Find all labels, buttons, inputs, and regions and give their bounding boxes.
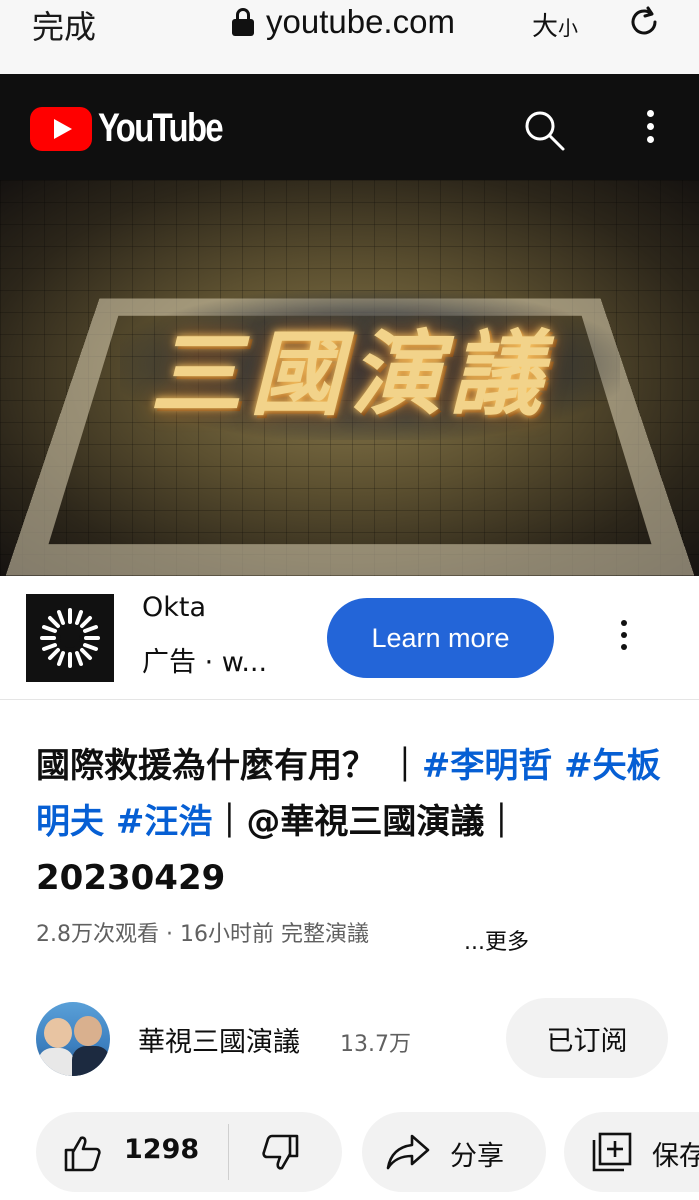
channel-name[interactable]: 華視三國演議 [138, 1020, 300, 1059]
youtube-header: YouTube [0, 74, 699, 180]
save-label: 保存 [652, 1141, 699, 1172]
channel-avatar[interactable] [36, 1002, 110, 1076]
more-vert-icon[interactable] [640, 110, 660, 150]
subscriber-count: 13.7万 [340, 1032, 411, 1057]
ad-advertiser-name[interactable]: Okta [142, 592, 206, 623]
ad-label: 广告 · w... [142, 647, 268, 678]
video-overlay-title: 三國演議 [150, 320, 551, 428]
reload-icon[interactable] [626, 4, 662, 40]
save-button[interactable]: 保存 [564, 1112, 699, 1192]
okta-logo[interactable] [26, 594, 114, 682]
video-player[interactable]: 三國演議 [0, 180, 699, 576]
url-domain: youtube.com [266, 3, 455, 40]
ad-banner: Okta 广告 · w... Learn more [0, 576, 699, 700]
text-size-button[interactable]: 大小 [532, 6, 578, 43]
title-text: 國際救援為什麼有用？ ｜ [36, 746, 422, 786]
hashtag-link[interactable]: #汪浩 [104, 802, 213, 842]
lock-icon [232, 8, 254, 36]
dislike-button[interactable] [229, 1112, 342, 1192]
more-description-link[interactable]: ...更多 [464, 924, 529, 956]
text-size-small-label: 小 [558, 16, 579, 40]
thumbs-up-icon [64, 1136, 101, 1172]
share-button[interactable]: 分享 [362, 1112, 546, 1192]
hashtag-link[interactable]: #李明哲 [422, 746, 553, 786]
thumbs-down-icon [262, 1134, 299, 1170]
youtube-logo[interactable]: YouTube [30, 106, 249, 151]
more-vert-icon[interactable] [616, 620, 632, 660]
video-title[interactable]: 國際救援為什麼有用？ ｜#李明哲 #矢板明夫 #汪浩｜@華視三國演議｜20230… [36, 738, 672, 906]
action-bar: 1298 分享 保存 [0, 1112, 699, 1192]
share-label: 分享 [450, 1141, 504, 1172]
like-count: 1298 [124, 1134, 200, 1165]
like-dislike-pill: 1298 [36, 1112, 342, 1192]
add-to-playlist-icon [592, 1132, 632, 1172]
search-icon[interactable] [522, 108, 566, 152]
share-arrow-icon [386, 1134, 430, 1170]
browser-toolbar: 完成 youtube.com 大小 [0, 0, 699, 74]
youtube-wordmark: YouTube [98, 106, 224, 150]
video-metadata[interactable]: 2.8万次观看 · 16小时前 完整演議 [36, 916, 369, 948]
text-size-large-label: 大 [532, 12, 559, 42]
subscribed-button[interactable]: 已订阅 [506, 998, 668, 1078]
address-bar[interactable]: youtube.com [232, 2, 455, 42]
okta-sunburst-icon [40, 608, 100, 668]
like-button[interactable]: 1298 [36, 1112, 228, 1192]
learn-more-button[interactable]: Learn more [327, 598, 554, 678]
done-button[interactable]: 完成 [32, 2, 96, 48]
youtube-play-icon [30, 106, 92, 151]
